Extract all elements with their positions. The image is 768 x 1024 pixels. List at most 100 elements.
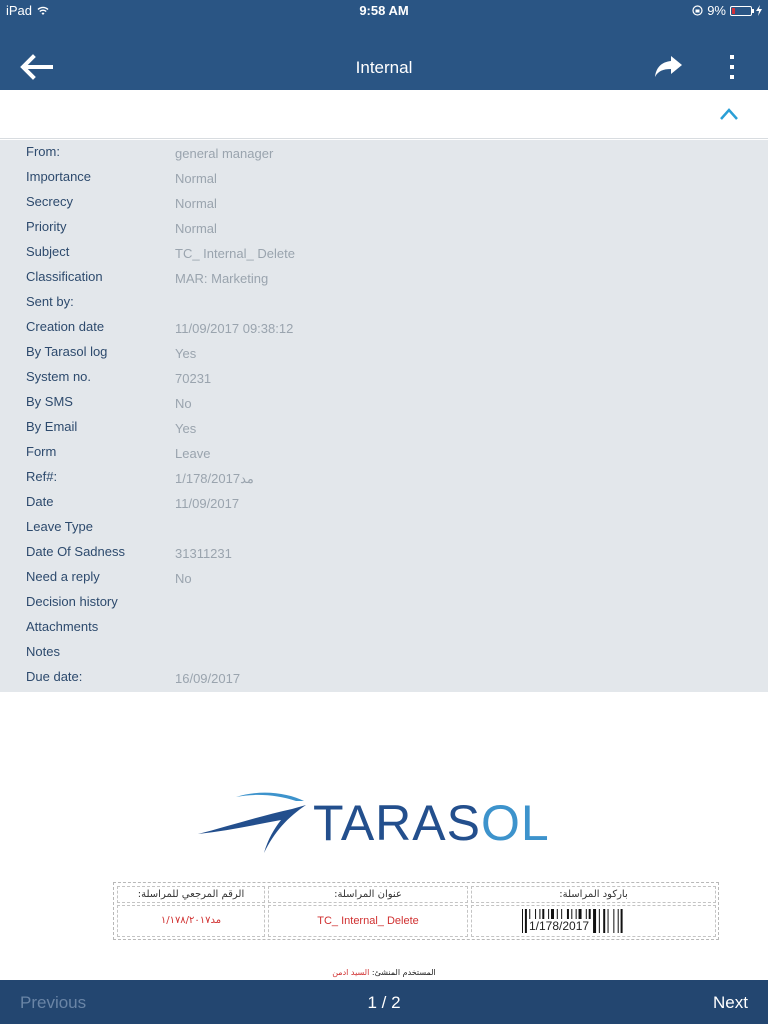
created-by: المستخدم المنشئ: السيد ادمن	[0, 968, 768, 977]
detail-value: TC_ Internal_ Delete	[175, 246, 295, 261]
detail-row: System no. 70231	[0, 365, 768, 390]
clock: 9:58 AM	[359, 3, 409, 18]
detail-row: Leave Type	[0, 515, 768, 540]
detail-value: 16/09/2017	[175, 671, 241, 686]
pagination-bar: Previous 1 / 2 Next	[0, 980, 768, 1024]
detail-label: Ref#:	[26, 469, 58, 484]
detail-label: Leave Type	[26, 519, 93, 534]
barcode-bar	[603, 909, 606, 933]
vertical-dots-icon	[730, 55, 734, 79]
detail-label: By Email	[26, 419, 78, 434]
ref-header: الرقم المرجعي للمراسلة:	[117, 886, 265, 903]
detail-value: 11/09/2017 09:38:12	[175, 321, 294, 336]
detail-row: Sent by:	[0, 290, 768, 315]
forward-share-icon	[655, 56, 682, 77]
detail-value: No	[175, 396, 192, 411]
detail-row: Due date: 16/09/2017	[0, 665, 768, 690]
forward-button[interactable]	[652, 54, 684, 80]
barcode-bar	[617, 909, 619, 933]
barcode-bar	[607, 909, 609, 933]
more-options-button[interactable]	[722, 52, 742, 82]
detail-row: Form Leave	[0, 440, 768, 465]
detail-label: System no.	[26, 369, 92, 384]
subject-header: عنوان المراسلة:	[268, 886, 468, 903]
barcode-bar	[522, 909, 523, 933]
collapse-details-button[interactable]	[716, 104, 742, 124]
detail-label: Date	[26, 494, 54, 509]
barcode-header: باركود المراسلة:	[471, 886, 716, 903]
detail-value: Yes	[175, 421, 197, 436]
detail-value: 11/09/2017	[175, 496, 240, 511]
detail-label: By Tarasol log	[26, 344, 108, 359]
detail-value: Normal	[175, 171, 217, 186]
barcode-bar	[598, 909, 600, 933]
subject-cell: TC_ Internal_ Delete	[268, 905, 468, 937]
barcode-cell: 1/178/2017	[471, 905, 716, 937]
created-by-label: المستخدم المنشئ:	[371, 968, 436, 977]
detail-row: Creation date 11/09/2017 09:38:12	[0, 315, 768, 340]
orientation-lock-icon	[692, 5, 703, 16]
detail-row: By Tarasol log Yes	[0, 340, 768, 365]
detail-row: Date 11/09/2017	[0, 490, 768, 515]
chevron-up-icon	[720, 108, 738, 120]
detail-label: Classification	[26, 269, 103, 284]
detail-row: By SMS No	[0, 390, 768, 415]
detail-value: 31311231	[175, 546, 232, 561]
logo-text: TARASOL	[313, 795, 550, 851]
ref-cell: مد١/١٧٨/٢٠١٧	[117, 905, 265, 937]
detail-label: By SMS	[26, 394, 73, 409]
status-bar: iPad 9:58 AM 9%	[0, 0, 768, 22]
detail-label: Priority	[26, 219, 67, 234]
detail-value: Normal	[175, 196, 217, 211]
detail-label: Date Of Sadness	[26, 544, 125, 559]
detail-row: By Email Yes	[0, 415, 768, 440]
detail-label: Notes	[26, 644, 60, 659]
detail-value: Normal	[175, 221, 217, 236]
battery-percent: 9%	[707, 3, 726, 18]
detail-value: MAR: Marketing	[175, 271, 269, 286]
detail-row: Attachments	[0, 615, 768, 640]
detail-row: Date Of Sadness 31311231	[0, 540, 768, 565]
detail-label: From:	[26, 144, 60, 159]
detail-row: Need a reply No	[0, 565, 768, 590]
detail-row: Classification MAR: Marketing	[0, 265, 768, 290]
barcode-bar	[620, 909, 623, 933]
battery-icon	[730, 5, 754, 16]
detail-label: Attachments	[26, 619, 99, 634]
detail-value: 1/178/2017مد	[175, 471, 254, 486]
logo-swoosh-icon	[198, 792, 306, 853]
detail-value: general manager	[175, 146, 274, 161]
nav-bar: Internal	[0, 22, 768, 90]
detail-value: Yes	[175, 346, 197, 361]
collapse-row	[0, 90, 768, 139]
detail-row: From: general manager	[0, 140, 768, 165]
barcode-bar	[613, 909, 615, 933]
detail-label: Sent by:	[26, 294, 74, 309]
tarasol-logo: TARASOL	[196, 787, 576, 857]
message-details: From: general manager Importance Normal Secr…	[0, 140, 768, 692]
page-indicator: 1 / 2	[367, 993, 401, 1012]
detail-label: Importance	[26, 169, 92, 184]
barcode-bar	[593, 909, 597, 933]
next-button[interactable]: Next	[713, 993, 748, 1013]
detail-value: Leave	[175, 446, 211, 461]
detail-row: Decision history	[0, 590, 768, 615]
detail-row: Notes	[0, 640, 768, 665]
detail-row: Secrecy Normal	[0, 190, 768, 215]
detail-label: Secrecy	[26, 194, 73, 209]
barcode-text: 1/178/2017	[527, 919, 592, 933]
created-by-name: السيد ادمن	[332, 968, 370, 977]
detail-label: Need a reply	[26, 569, 100, 584]
document-preview: TARASOL باركود المراسلة: عنوان المراسلة:…	[0, 692, 768, 979]
detail-row: Subject TC_ Internal_ Delete	[0, 240, 768, 265]
document-info-table: باركود المراسلة: عنوان المراسلة: الرقم ا…	[113, 882, 719, 940]
detail-label: Decision history	[26, 594, 118, 609]
detail-label: Subject	[26, 244, 70, 259]
detail-value: No	[175, 571, 192, 586]
detail-value: 70231	[175, 371, 212, 386]
detail-row: Priority Normal	[0, 215, 768, 240]
detail-row: Importance Normal	[0, 165, 768, 190]
detail-label: Creation date	[26, 319, 105, 334]
detail-row: Ref#: 1/178/2017مد	[0, 465, 768, 490]
detail-label: Form	[26, 444, 57, 459]
